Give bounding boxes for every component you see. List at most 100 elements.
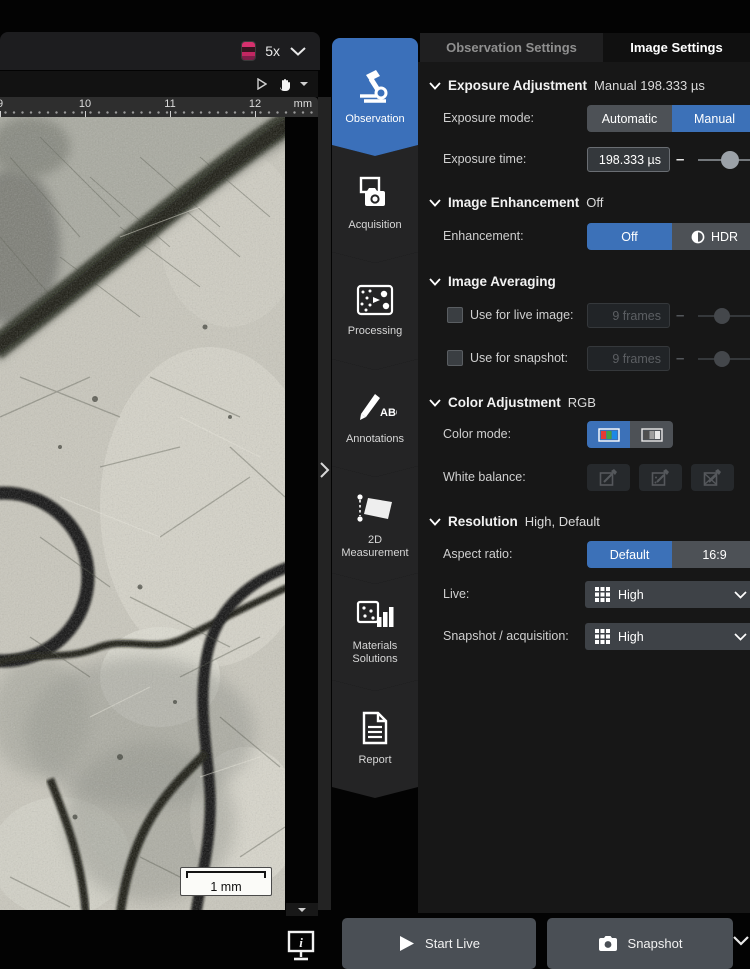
live-resolution-label: Live: xyxy=(443,581,469,608)
live-image-viewport[interactable]: 1 mm xyxy=(0,117,285,910)
materials-icon xyxy=(355,599,395,631)
snapshot-resolution-label: Snapshot / acquisition: xyxy=(443,623,569,650)
color-mode-label: Color mode: xyxy=(443,421,511,448)
ruler-tick-label: 12 xyxy=(249,98,261,110)
button-label: Snapshot xyxy=(628,936,683,951)
display-info-button[interactable]: i xyxy=(287,930,315,963)
micrograph-image xyxy=(0,117,285,910)
ribbon-tab-label: Acquisition xyxy=(348,219,401,232)
live-frames-decrement[interactable]: – xyxy=(676,302,684,329)
ribbon-tab-materials-solutions[interactable]: Materials Solutions xyxy=(332,573,418,691)
exposure-mode-manual[interactable]: Manual xyxy=(672,105,750,132)
ribbon-tab-report[interactable]: Report xyxy=(332,680,418,798)
snapshot-resolution-dropdown[interactable]: High xyxy=(585,623,750,650)
tab-observation-settings[interactable]: Observation Settings xyxy=(420,33,603,62)
ruler-tick-label: 9 xyxy=(0,98,3,110)
ribbon-tab-label: Processing xyxy=(348,325,402,338)
chevron-down-icon xyxy=(429,399,441,407)
snapshot-button[interactable]: Snapshot xyxy=(547,918,733,969)
section-status: Manual 198.333 µs xyxy=(594,78,705,93)
enhancement-off[interactable]: Off xyxy=(587,223,672,250)
aspect-default[interactable]: Default xyxy=(587,541,672,568)
panel-splitter[interactable] xyxy=(318,97,331,910)
camera-icon xyxy=(598,935,618,952)
scale-bar-bracket xyxy=(186,871,266,878)
resolution-grid-icon xyxy=(595,587,610,602)
scroll-down-icon xyxy=(298,908,306,912)
exposure-time-input[interactable]: 198.333 µs xyxy=(587,147,670,172)
slider-handle[interactable] xyxy=(714,308,730,324)
white-balance-label: White balance: xyxy=(443,464,526,491)
pan-hand-icon[interactable] xyxy=(276,77,291,92)
button-label: Start Live xyxy=(425,936,480,951)
objective-selector[interactable]: 5x xyxy=(0,32,320,70)
scale-bar: 1 mm xyxy=(180,867,272,896)
snapshot-frames-decrement[interactable]: – xyxy=(676,345,684,372)
use-for-snapshot-label: Use for snapshot: xyxy=(470,345,568,372)
live-resolution-dropdown[interactable]: High xyxy=(585,581,750,608)
svg-text:ABC: ABC xyxy=(380,407,397,419)
ribbon-tab-label: 2D Measurement xyxy=(341,534,408,560)
enhancement-hdr[interactable]: HDR xyxy=(672,223,750,250)
white-balance-pick-button[interactable] xyxy=(587,464,630,491)
use-for-snapshot-checkbox[interactable] xyxy=(447,350,463,366)
use-for-live-label: Use for live image: xyxy=(470,302,574,329)
use-for-live-checkbox[interactable] xyxy=(447,307,463,323)
report-icon xyxy=(360,711,390,745)
exposure-time-slider[interactable] xyxy=(698,146,750,173)
viewer-scroll-down-button[interactable] xyxy=(286,903,318,916)
enhancement-label: Enhancement: xyxy=(443,223,524,250)
exposure-time-label: Exposure time: xyxy=(443,146,526,173)
processing-icon xyxy=(356,284,394,316)
resolution-grid-icon xyxy=(595,629,610,644)
section-title: Color Adjustment xyxy=(448,395,561,410)
ribbon-tab-acquisition[interactable]: Acquisition xyxy=(332,145,418,263)
footer-expand-icon[interactable] xyxy=(733,936,749,946)
play-outline-icon[interactable] xyxy=(257,78,267,90)
ribbon-tab-processing[interactable]: Processing xyxy=(332,252,418,370)
exposure-mode-segmented: Automatic Manual xyxy=(587,105,750,132)
section-title: Resolution xyxy=(448,514,518,529)
ribbon-tab-annotations[interactable]: ABC Annotations xyxy=(332,359,418,477)
chevron-down-icon xyxy=(429,199,441,207)
slider-handle[interactable] xyxy=(721,151,739,169)
chevron-down-icon[interactable] xyxy=(290,47,306,56)
ribbon-tab-label: Annotations xyxy=(346,433,404,446)
aspect-ratio-segmented: Default 16:9 xyxy=(587,541,750,568)
exposure-decrement-button[interactable]: – xyxy=(676,146,684,173)
section-exposure-adjustment[interactable]: Exposure Adjustment Manual 198.333 µs xyxy=(429,78,705,93)
ribbon-tab-label: Observation xyxy=(345,113,404,126)
section-color-adjustment[interactable]: Color Adjustment RGB xyxy=(429,395,596,410)
snapshot-frames-slider[interactable] xyxy=(698,345,750,372)
play-icon xyxy=(398,935,415,952)
expand-right-icon[interactable] xyxy=(319,461,330,479)
tool-dropdown-icon[interactable] xyxy=(300,82,308,86)
ribbon-tab-observation[interactable]: Observation xyxy=(332,38,418,156)
ribbon-tab-label: Materials Solutions xyxy=(352,640,397,666)
aspect-16-9[interactable]: 16:9 xyxy=(672,541,750,568)
white-balance-reset-button[interactable] xyxy=(691,464,734,491)
section-image-averaging[interactable]: Image Averaging xyxy=(429,274,556,289)
live-frames-input[interactable]: 9 frames xyxy=(587,303,670,328)
live-frames-slider[interactable] xyxy=(698,302,750,329)
start-live-button[interactable]: Start Live xyxy=(342,918,536,969)
ribbon-tab-2d-measurement[interactable]: 2D Measurement xyxy=(332,466,418,584)
option-label: HDR xyxy=(711,230,738,244)
monitor-info-icon: i xyxy=(287,930,315,963)
slider-handle[interactable] xyxy=(714,351,730,367)
exposure-mode-automatic[interactable]: Automatic xyxy=(587,105,672,132)
color-mode-rgb-button[interactable] xyxy=(587,421,630,448)
white-balance-area-button[interactable] xyxy=(639,464,682,491)
section-image-enhancement[interactable]: Image Enhancement Off xyxy=(429,195,603,210)
section-resolution[interactable]: Resolution High, Default xyxy=(429,514,600,529)
tab-image-settings[interactable]: Image Settings xyxy=(603,33,750,62)
tab-label: Image Settings xyxy=(630,40,722,55)
eyedropper-area-icon xyxy=(651,468,670,487)
viewer-toolbar xyxy=(0,71,318,97)
tab-label: Observation Settings xyxy=(446,40,577,55)
dropdown-value: High xyxy=(618,630,644,644)
enhancement-segmented: Off HDR xyxy=(587,223,750,250)
color-mode-grayscale-button[interactable] xyxy=(630,421,673,448)
snapshot-frames-input[interactable]: 9 frames xyxy=(587,346,670,371)
camera-icon xyxy=(355,176,395,210)
